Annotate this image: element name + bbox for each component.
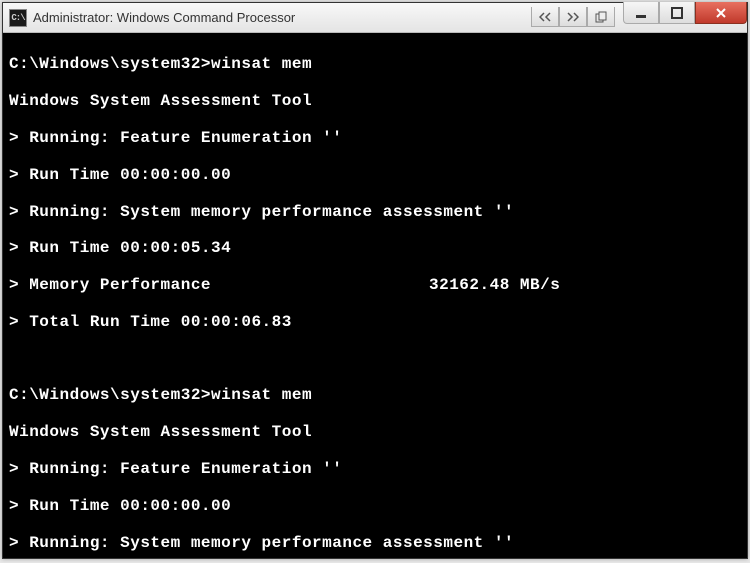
output-line: > Run Time 00:00:05.34 — [9, 239, 741, 257]
window-title: Administrator: Windows Command Processor — [33, 10, 531, 25]
output-line: Windows System Assessment Tool — [9, 92, 741, 110]
maximize-button[interactable] — [659, 2, 695, 24]
copy-button[interactable] — [587, 7, 615, 27]
command-text: winsat mem — [211, 55, 312, 73]
command-prompt-window: C:\ Administrator: Windows Command Proce… — [2, 2, 748, 559]
output-line: C:\Windows\system32>winsat mem — [9, 386, 741, 404]
app-icon: C:\ — [9, 9, 27, 27]
prompt: C:\Windows\system32> — [9, 386, 211, 404]
output-line: > Run Time 00:00:00.00 — [9, 497, 741, 515]
extra-window-controls — [531, 8, 615, 27]
output-line: > Run Time 00:00:00.00 — [9, 166, 741, 184]
cmd-icon: C:\ — [11, 13, 24, 23]
prompt: C:\Windows\system32> — [9, 55, 211, 73]
minimize-button[interactable] — [623, 2, 659, 24]
output-line: > Running: System memory performance ass… — [9, 534, 741, 552]
output-line: Windows System Assessment Tool — [9, 423, 741, 441]
close-button[interactable] — [695, 2, 747, 24]
output-line: > Memory Performance32162.48 MB/s — [9, 276, 741, 294]
terminal-output[interactable]: C:\Windows\system32>winsat mem Windows S… — [3, 33, 747, 558]
output-line: > Running: System memory performance ass… — [9, 203, 741, 221]
output-line: > Running: Feature Enumeration '' — [9, 460, 741, 478]
titlebar[interactable]: C:\ Administrator: Windows Command Proce… — [3, 3, 747, 33]
mem-perf-value: 32162.48 MB/s — [429, 276, 560, 294]
mem-perf-label: > Memory Performance — [9, 276, 429, 294]
next-button[interactable] — [559, 7, 587, 27]
output-line: C:\Windows\system32>winsat mem — [9, 55, 741, 73]
output-line: > Total Run Time 00:00:06.83 — [9, 313, 741, 331]
prev-button[interactable] — [531, 7, 559, 27]
command-text: winsat mem — [211, 386, 312, 404]
window-controls — [623, 3, 747, 32]
blank-line — [9, 350, 741, 368]
output-line: > Running: Feature Enumeration '' — [9, 129, 741, 147]
